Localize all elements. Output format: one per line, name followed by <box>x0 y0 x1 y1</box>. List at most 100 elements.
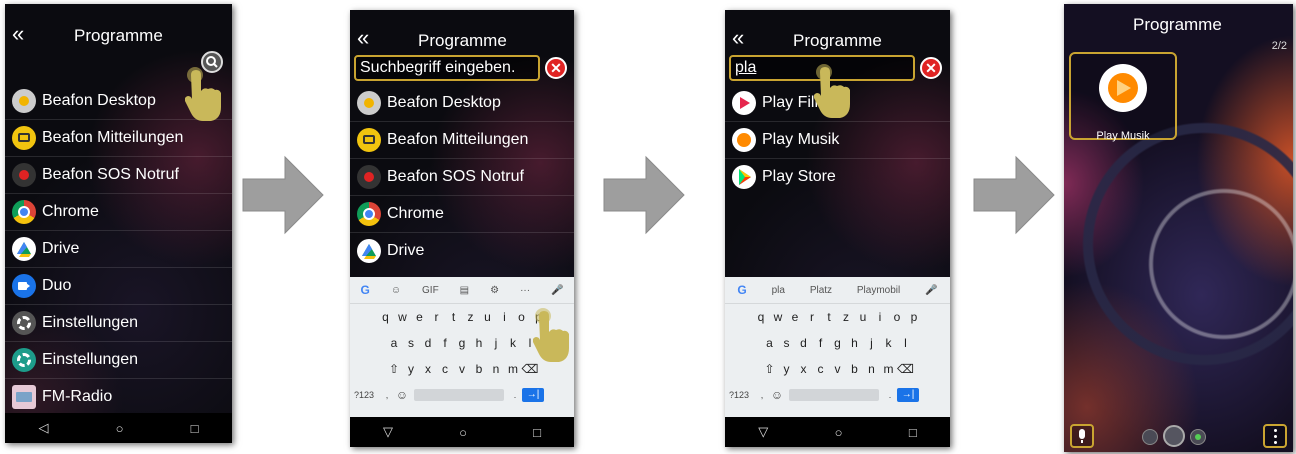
key[interactable]: f <box>812 336 829 350</box>
key[interactable]: w <box>770 310 787 324</box>
home-nav-icon[interactable]: ○ <box>835 425 843 440</box>
key[interactable]: p <box>906 310 923 324</box>
back-icon[interactable]: « <box>357 27 369 49</box>
page-dot-active[interactable] <box>1163 425 1185 447</box>
microphone-icon[interactable]: 🎤 <box>551 285 563 296</box>
key[interactable]: a <box>386 336 403 350</box>
comma-key[interactable]: , <box>380 390 394 400</box>
recent-apps-icon[interactable]: □ <box>191 421 199 436</box>
page-dot[interactable] <box>1190 429 1206 445</box>
key[interactable]: v <box>454 362 471 376</box>
key[interactable]: j <box>488 336 505 350</box>
key[interactable]: d <box>795 336 812 350</box>
key[interactable]: s <box>778 336 795 350</box>
list-item[interactable]: Chrome <box>5 193 99 230</box>
list-item[interactable]: Duo <box>5 267 71 304</box>
list-item[interactable]: Play Musik <box>725 121 839 158</box>
back-icon[interactable]: « <box>732 27 744 49</box>
key[interactable]: a <box>761 336 778 350</box>
key[interactable]: c <box>812 362 829 376</box>
key[interactable]: y <box>778 362 795 376</box>
key[interactable]: f <box>437 336 454 350</box>
gear-icon[interactable]: ⚙ <box>490 285 499 296</box>
back-nav-icon[interactable]: ◁ <box>39 420 49 436</box>
key[interactable]: x <box>795 362 812 376</box>
enter-key[interactable]: →| <box>897 388 919 402</box>
key[interactable]: n <box>863 362 880 376</box>
list-item[interactable]: Drive <box>350 232 424 269</box>
key[interactable]: g <box>454 336 471 350</box>
emoji-key[interactable]: ☺ <box>394 388 410 402</box>
microphone-button[interactable] <box>1070 424 1094 448</box>
list-item[interactable]: FM-Radio <box>5 378 112 415</box>
backspace-key[interactable]: ⌫ <box>897 362 914 376</box>
clear-search-button[interactable]: ✕ <box>545 57 567 79</box>
key[interactable]: o <box>889 310 906 324</box>
symbols-key[interactable]: ?123 <box>729 390 755 400</box>
key[interactable]: u <box>479 310 496 324</box>
back-nav-icon[interactable]: ▽ <box>383 424 393 440</box>
list-item[interactable]: Beafon Desktop <box>350 84 501 121</box>
key[interactable]: h <box>846 336 863 350</box>
sticker-icon[interactable]: ☺ <box>391 285 401 296</box>
key[interactable]: o <box>513 310 530 324</box>
suggestion[interactable]: Platz <box>810 285 832 296</box>
period-key[interactable]: . <box>508 390 522 400</box>
backspace-key[interactable]: ⌫ <box>522 362 539 376</box>
key[interactable]: g <box>829 336 846 350</box>
home-nav-icon[interactable]: ○ <box>116 421 124 436</box>
key[interactable]: r <box>428 310 445 324</box>
clear-search-button[interactable]: ✕ <box>920 57 942 79</box>
list-item[interactable]: Einstellungen <box>5 304 138 341</box>
list-item[interactable]: Beafon SOS Notruf <box>350 158 524 195</box>
key[interactable]: k <box>505 336 522 350</box>
key[interactable]: d <box>420 336 437 350</box>
key[interactable]: k <box>880 336 897 350</box>
google-icon[interactable]: G <box>737 283 746 297</box>
recent-apps-icon[interactable]: □ <box>533 425 541 440</box>
page-dot[interactable] <box>1142 429 1158 445</box>
key[interactable]: q <box>377 310 394 324</box>
key[interactable]: x <box>420 362 437 376</box>
key[interactable]: i <box>496 310 513 324</box>
key[interactable]: e <box>787 310 804 324</box>
key[interactable]: y <box>403 362 420 376</box>
back-icon[interactable]: « <box>12 23 24 45</box>
key[interactable]: t <box>445 310 462 324</box>
key[interactable]: l <box>897 336 914 350</box>
clipboard-icon[interactable]: ▤ <box>460 285 469 296</box>
microphone-icon[interactable]: 🎤 <box>925 285 937 296</box>
home-nav-icon[interactable]: ○ <box>459 425 467 440</box>
list-item[interactable]: Beafon Desktop <box>5 82 156 119</box>
symbols-key[interactable]: ?123 <box>354 390 380 400</box>
back-nav-icon[interactable]: ▽ <box>758 424 768 440</box>
suggestion[interactable]: Playmobil <box>857 285 900 296</box>
list-item[interactable]: Beafon Mitteilungen <box>350 121 528 158</box>
key[interactable]: m <box>880 362 897 376</box>
key[interactable]: j <box>863 336 880 350</box>
recent-apps-icon[interactable]: □ <box>909 425 917 440</box>
list-item[interactable]: Beafon Mitteilungen <box>5 119 183 156</box>
space-key[interactable] <box>789 389 879 401</box>
key[interactable]: b <box>846 362 863 376</box>
key[interactable]: e <box>411 310 428 324</box>
google-icon[interactable]: G <box>360 283 369 297</box>
key[interactable]: q <box>753 310 770 324</box>
key[interactable]: z <box>462 310 479 324</box>
key[interactable]: w <box>394 310 411 324</box>
key[interactable]: h <box>471 336 488 350</box>
key[interactable]: u <box>855 310 872 324</box>
key[interactable]: v <box>829 362 846 376</box>
key[interactable]: b <box>471 362 488 376</box>
key[interactable]: t <box>821 310 838 324</box>
list-item[interactable]: Drive <box>5 230 79 267</box>
enter-key[interactable]: →| <box>522 388 544 402</box>
more-icon[interactable]: ··· <box>520 285 530 296</box>
key[interactable]: s <box>403 336 420 350</box>
app-tile-play-music[interactable]: Play Musik <box>1069 52 1177 142</box>
period-key[interactable]: . <box>883 390 897 400</box>
comma-key[interactable]: , <box>755 390 769 400</box>
key[interactable]: z <box>838 310 855 324</box>
gif-button[interactable]: GIF <box>422 285 439 296</box>
list-item[interactable]: Chrome <box>350 195 444 232</box>
